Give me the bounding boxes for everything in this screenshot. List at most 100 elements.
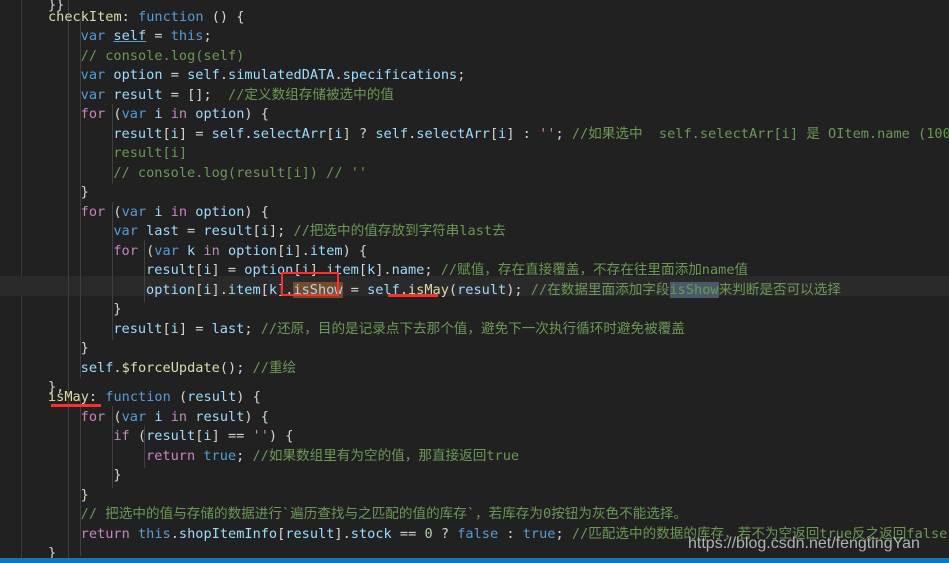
code-token: ] ?	[342, 126, 376, 142]
code-token: for	[80, 106, 106, 122]
code-line-text: result[i] = last; //还原，目的是记录点下去那个值，避免下一次…	[0, 320, 685, 340]
code-token: ];	[268, 223, 294, 239]
code-line-text: if (result[i] == '') {	[0, 427, 293, 447]
code-token: i	[260, 223, 269, 239]
code-line-text: var last = result[i]; //把选中的值存放到字符串last去	[0, 222, 505, 242]
code-token: function	[105, 389, 171, 405]
code-line[interactable]: isMay: function (result) {	[0, 388, 949, 408]
code-line-text: }	[0, 544, 56, 558]
code-token: for	[80, 204, 106, 220]
code-line-text: }	[0, 183, 89, 203]
code-token: ''	[252, 428, 269, 444]
code-token: result[i]	[113, 145, 188, 161]
code-token: name	[391, 262, 425, 278]
code-line-text: for (var k in option[i].item) {	[0, 242, 367, 262]
code-content[interactable]: }} checkItem: function () {var self = thi…	[0, 0, 949, 558]
code-token: ) {	[342, 243, 368, 259]
code-line-text: option[i].item[k].isShow = self.isMay(re…	[0, 281, 841, 301]
code-token: ();	[219, 360, 253, 376]
code-token: isMay	[408, 282, 449, 298]
code-token: $forceUpdate	[121, 360, 220, 376]
code-line[interactable]: var last = result[i]; //把选中的值存放到字符串last去	[0, 222, 949, 242]
code-line-text: return true; //如果数组里有为空的值，那直接返回true	[0, 447, 519, 467]
status-bar[interactable]	[0, 558, 949, 563]
code-token: this	[137, 526, 171, 542]
code-token: i	[301, 262, 310, 278]
code-line[interactable]: var result = []; //定义数组存储被选中的值	[0, 86, 949, 106]
code-line[interactable]: self.$forceUpdate(); //重绘	[0, 359, 949, 379]
code-line[interactable]: return true; //如果数组里有为空的值，那直接返回true	[0, 447, 949, 467]
code-line[interactable]: for (var i in option) {	[0, 105, 949, 125]
code-token: // console.log(self)	[80, 48, 245, 64]
code-token: () {	[203, 9, 245, 25]
code-token: (	[105, 409, 122, 425]
code-line-text: var result = []; //定义数组存储被选中的值	[0, 86, 394, 106]
code-line[interactable]: result[i] = option[i].item[k].name; //赋值…	[0, 261, 949, 281]
code-token: (	[448, 282, 458, 298]
code-token: }	[80, 184, 89, 200]
code-line[interactable]: }	[0, 183, 949, 203]
code-line[interactable]: result[i] = last; //还原，目的是记录点下去那个值，避免下一次…	[0, 320, 949, 340]
code-token: result	[187, 389, 237, 405]
code-token: i	[154, 204, 163, 220]
code-line-text: checkItem: function () {	[0, 8, 244, 28]
code-token: .	[244, 126, 253, 142]
code-token: item	[227, 282, 261, 298]
code-token: in	[170, 204, 188, 220]
code-line[interactable]: result[i]	[0, 144, 949, 164]
code-line[interactable]: for (var i in option) {	[0, 203, 949, 223]
code-line[interactable]: option[i].item[k].isShow = self.isMay(re…	[0, 281, 949, 301]
code-token: if	[113, 428, 130, 444]
code-line-text: result[i] = option[i].item[k].name; //赋值…	[0, 261, 748, 281]
code-token: );	[506, 282, 531, 298]
code-line-text: }	[0, 339, 89, 359]
code-line[interactable]: }	[0, 300, 949, 320]
code-line[interactable]: if (result[i] == '') {	[0, 427, 949, 447]
code-token: var	[113, 223, 138, 239]
code-token: ] ==	[211, 428, 253, 444]
code-token: selectArr	[252, 126, 327, 142]
code-token: ].	[211, 282, 228, 298]
code-token: // 把选中的值与存储的数据进行`遍历查找与之匹配的值的库存`，若库存为0按钮为…	[80, 506, 688, 522]
code-line[interactable]: // console.log(self)	[0, 47, 949, 67]
code-token: //如果数组里有为空的值，那直接返回true	[252, 448, 520, 464]
code-token: isShow	[669, 282, 719, 298]
code-line[interactable]: var option = self.simulatedDATA.specific…	[0, 66, 949, 86]
code-token: this	[170, 28, 204, 44]
code-token: isMay	[48, 389, 89, 405]
code-editor[interactable]: }} checkItem: function () {var self = thi…	[0, 0, 949, 563]
code-token: i	[154, 106, 163, 122]
code-line[interactable]: }	[0, 486, 949, 506]
code-line[interactable]: for (var k in option[i].item) {	[0, 242, 949, 262]
code-token: isShow	[293, 282, 343, 298]
code-token: [	[162, 126, 171, 142]
code-token: (	[170, 389, 188, 405]
code-token: stock	[350, 526, 392, 542]
code-line[interactable]: }	[0, 339, 949, 359]
code-token: self	[375, 126, 409, 142]
code-line[interactable]: result[i] = self.selectArr[i] ? self.sel…	[0, 125, 949, 145]
code-token: self	[80, 360, 114, 376]
code-token: = [];	[162, 87, 229, 103]
code-line[interactable]: var self = this;	[0, 27, 949, 47]
code-token: var	[80, 67, 106, 83]
code-line[interactable]: // console.log(result[i]) // ''	[0, 164, 949, 184]
code-token: in	[170, 409, 188, 425]
code-token: i	[203, 262, 212, 278]
code-line[interactable]: checkItem: function () {	[0, 8, 949, 28]
code-line[interactable]: }	[0, 466, 949, 486]
code-token: option	[195, 204, 245, 220]
code-token: in	[203, 243, 220, 259]
code-token: .	[113, 360, 122, 376]
code-token: self	[113, 28, 147, 44]
code-token: ].	[309, 262, 327, 278]
code-token: item	[326, 262, 359, 278]
code-token: ) {	[236, 389, 261, 405]
code-token: checkItem	[48, 9, 122, 25]
code-line[interactable]: for (var i in result) {	[0, 408, 949, 428]
code-line[interactable]: // 把选中的值与存储的数据进行`遍历查找与之匹配的值的库存`，若库存为0按钮为…	[0, 505, 949, 525]
code-token: result	[113, 126, 163, 142]
